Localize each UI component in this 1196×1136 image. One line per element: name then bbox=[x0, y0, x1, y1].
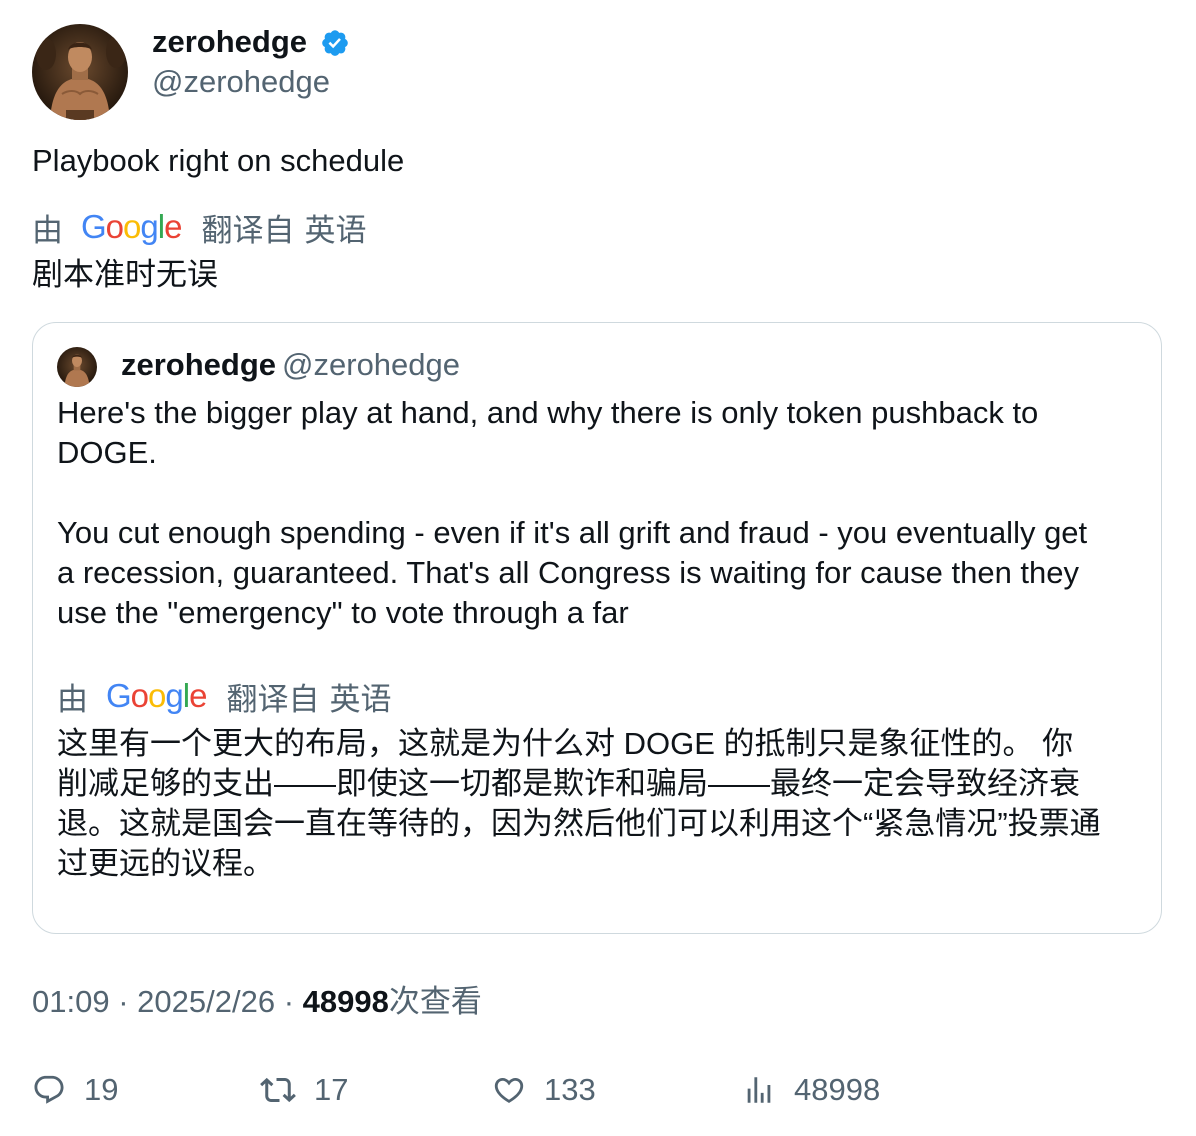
tweet: zerohedge @zerohedge Playbook right on s… bbox=[0, 0, 1196, 1136]
tweet-time[interactable]: 01:09 bbox=[32, 984, 110, 1019]
quoted-translated-text: 这里有一个更大的布局，这就是为什么对 DOGE 的抵制只是象征性的。 你 削减足… bbox=[57, 724, 1147, 884]
quoted-text-line: You cut enough spending - even if it's a… bbox=[57, 515, 1088, 550]
reply-icon bbox=[34, 1075, 64, 1104]
source-language: 英语 bbox=[329, 681, 392, 717]
like-button[interactable]: 133 bbox=[492, 1068, 596, 1112]
author-name[interactable]: zerohedge bbox=[152, 22, 307, 62]
quoted-author-name: zerohedge bbox=[121, 347, 277, 382]
quoted-tweet-text: Here's the bigger play at hand, and why … bbox=[57, 393, 1147, 633]
quoted-translated-line: 削减足够的支出——即使这一切都是欺诈和骗局——最终一定会导致经济衰 bbox=[57, 766, 1080, 801]
quoted-author-avatar bbox=[57, 347, 97, 387]
views-label: 次查看 bbox=[388, 984, 482, 1019]
quoted-translated-line: 退。这就是国会一直在等待的，因为然后他们可以利用这个“紧急情况”投票通 bbox=[57, 806, 1101, 841]
like-count: 133 bbox=[544, 1072, 596, 1107]
tweet-date[interactable]: 2025/2/26 bbox=[137, 984, 275, 1019]
google-logo: Google bbox=[106, 677, 207, 714]
quoted-translated-line: 这里有一个更大的布局，这就是为什么对 DOGE 的抵制只是象征性的。 你 bbox=[57, 726, 1074, 761]
quoted-tweet-card[interactable]: zerohedge @zerohedge Here's the bigger pl… bbox=[32, 322, 1162, 934]
retweet-icon bbox=[260, 1077, 296, 1103]
translated-text: 剧本准时无误 bbox=[32, 257, 218, 292]
quoted-text-line: a recession, guaranteed. That's all Cong… bbox=[57, 555, 1080, 590]
views-button[interactable]: 48998 bbox=[742, 1068, 880, 1112]
translation-attribution[interactable]: 由 Google 翻译自 英语 bbox=[32, 207, 367, 248]
quoted-translated-line: 过更远的议程。 bbox=[57, 846, 274, 881]
quoted-text-line: DOGE. bbox=[57, 435, 157, 470]
translated-by-label: 由 bbox=[57, 681, 88, 717]
verified-badge-icon bbox=[320, 28, 350, 58]
meta-separator: · bbox=[118, 984, 129, 1019]
translated-from-label: 翻译自 bbox=[226, 681, 320, 717]
tweet-meta: 01:09 · 2025/2/26 · 48998次查看 bbox=[32, 982, 482, 1022]
analytics-icon bbox=[747, 1077, 771, 1103]
quoted-text-line: Here's the bigger play at hand, and why … bbox=[57, 395, 1039, 430]
retweet-button[interactable]: 17 bbox=[260, 1068, 348, 1112]
meta-separator: · bbox=[283, 984, 295, 1019]
quoted-author-handle: @zerohedge bbox=[282, 347, 461, 382]
author-avatar[interactable] bbox=[32, 24, 128, 120]
avatar-photo bbox=[57, 347, 97, 387]
translated-from-label: 翻译自 bbox=[201, 212, 295, 248]
tweet-text: Playbook right on schedule bbox=[32, 143, 405, 178]
avatar-photo bbox=[32, 24, 128, 120]
quoted-translation-attribution[interactable]: 由 Google 翻译自 英语 bbox=[57, 676, 392, 717]
quoted-text-line: use the "emergency" to vote through a fa… bbox=[57, 595, 629, 630]
views-count: 48998 bbox=[302, 984, 389, 1019]
heart-icon bbox=[494, 1077, 524, 1103]
author-handle[interactable]: @zerohedge bbox=[152, 62, 330, 102]
google-logo: Google bbox=[81, 208, 182, 245]
reply-count: 19 bbox=[84, 1072, 119, 1107]
retweet-count: 17 bbox=[314, 1072, 349, 1107]
views-count-action: 48998 bbox=[794, 1072, 881, 1107]
source-language: 英语 bbox=[304, 212, 367, 248]
quoted-text-line bbox=[57, 473, 1147, 513]
reply-button[interactable]: 19 bbox=[32, 1068, 118, 1112]
quoted-author: zerohedge @zerohedge bbox=[121, 345, 460, 385]
translated-by-label: 由 bbox=[32, 212, 63, 248]
